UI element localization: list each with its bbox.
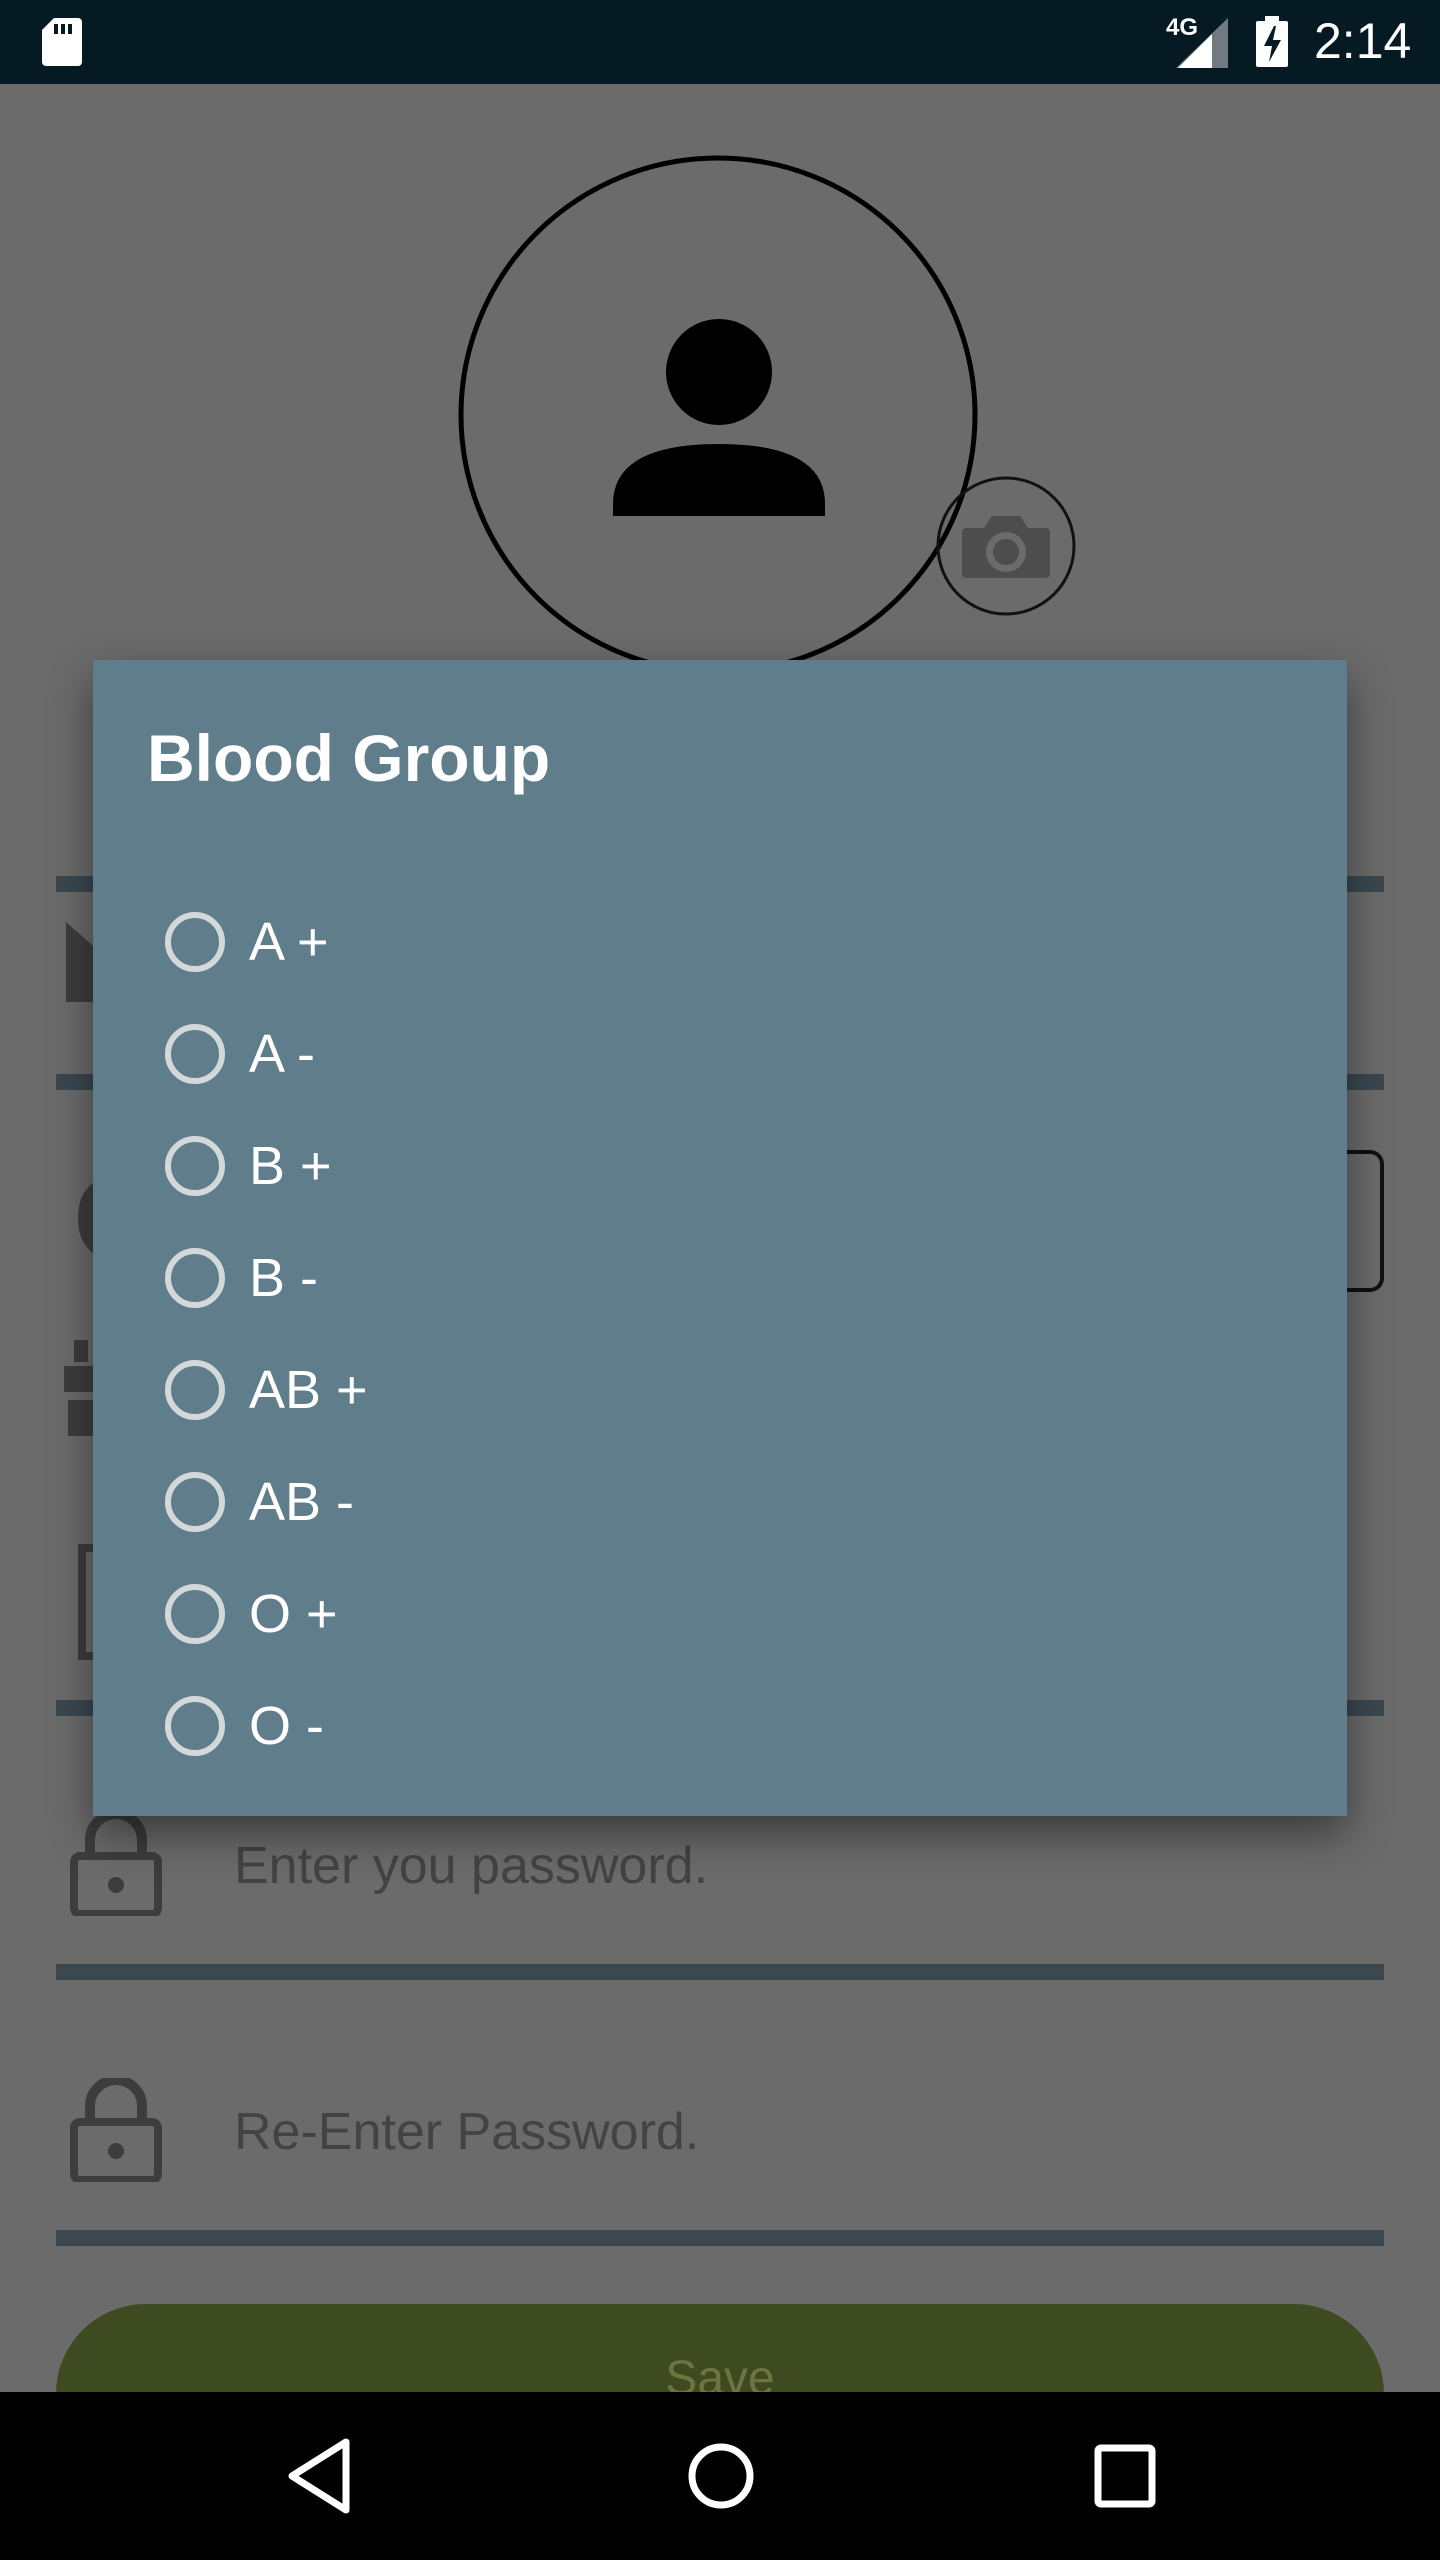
option-b-positive[interactable]: B + [165,1110,1265,1222]
radio-button[interactable] [165,1360,225,1420]
avatar[interactable] [457,154,979,676]
option-a-negative[interactable]: A - [165,998,1265,1110]
option-o-negative[interactable]: O - [165,1670,1265,1782]
option-label: AB + [249,1360,368,1420]
option-label: B + [249,1136,332,1196]
option-label: AB - [249,1472,355,1532]
radio-button[interactable] [165,1024,225,1084]
option-o-positive[interactable]: O + [165,1558,1265,1670]
option-label: A + [249,912,329,972]
option-ab-positive[interactable]: AB + [165,1334,1265,1446]
reenter-password-input[interactable]: Re-Enter Password. [234,2102,699,2162]
status-bar: 4G 2:14 [0,0,1440,84]
separator-line [56,1964,1384,1980]
option-ab-negative[interactable]: AB - [165,1446,1265,1558]
radio-button[interactable] [165,912,225,972]
sd-card-icon [42,18,82,66]
option-label: B - [249,1248,319,1308]
option-label: O - [249,1696,324,1756]
separator-line [56,2230,1384,2246]
radio-button[interactable] [165,1248,225,1308]
password-input[interactable]: Enter you password. [234,1836,708,1896]
clock: 2:14 [1314,13,1412,69]
camera-icon[interactable] [936,476,1076,616]
signal-icon [1176,18,1228,68]
blood-group-dialog: Blood Group A + A - B + B - AB + AB - O … [93,660,1347,1816]
home-icon[interactable] [686,2436,756,2516]
radio-button[interactable] [165,1472,225,1532]
blood-group-options: A + A - B + B - AB + AB - O + O - [165,886,1265,1782]
option-label: O + [249,1584,338,1644]
option-label: A - [249,1024,316,1084]
radio-button[interactable] [165,1696,225,1756]
dialog-title: Blood Group [147,721,551,795]
battery-charging-icon [1256,16,1288,67]
option-a-positive[interactable]: A + [165,886,1265,998]
radio-button[interactable] [165,1136,225,1196]
lock-icon [70,2078,162,2182]
radio-button[interactable] [165,1584,225,1644]
back-icon[interactable] [284,2436,354,2516]
navigation-bar [0,2392,1440,2560]
option-b-negative[interactable]: B - [165,1222,1265,1334]
recents-icon[interactable] [1090,2438,1160,2514]
lock-icon [70,1812,162,1916]
